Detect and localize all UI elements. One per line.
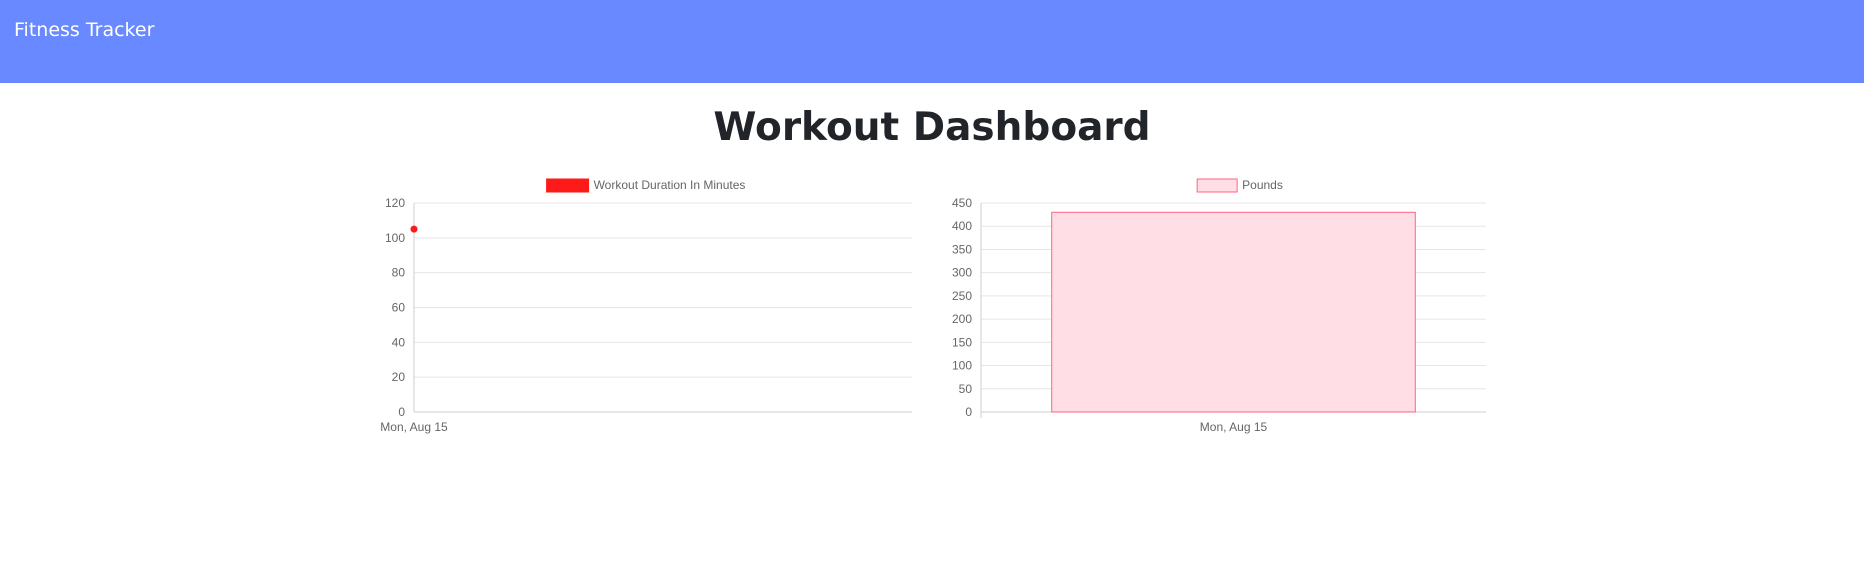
y-tick-label: 0 xyxy=(965,405,972,419)
legend: Pounds xyxy=(1196,178,1283,193)
y-tick-label: 50 xyxy=(959,382,973,396)
y-tick-label: 200 xyxy=(952,312,972,326)
y-tick-label: 250 xyxy=(952,289,972,303)
legend-label: Pounds xyxy=(1242,178,1283,192)
x-tick-label: Mon, Aug 15 xyxy=(1200,420,1268,434)
y-tick-label: 350 xyxy=(952,242,972,256)
legend-swatch xyxy=(1196,178,1238,193)
pounds-chart: 0 50 100 150 200 250 300 350 400 450 Pounds Mon, Au… xyxy=(952,178,1486,434)
y-tick-label: 450 xyxy=(952,196,972,210)
y-tick-label: 100 xyxy=(952,359,972,373)
y-tick-label: 400 xyxy=(952,219,972,233)
y-tick-label: 150 xyxy=(952,335,972,349)
bar xyxy=(1051,211,1416,413)
y-tick-label: 300 xyxy=(952,266,972,280)
